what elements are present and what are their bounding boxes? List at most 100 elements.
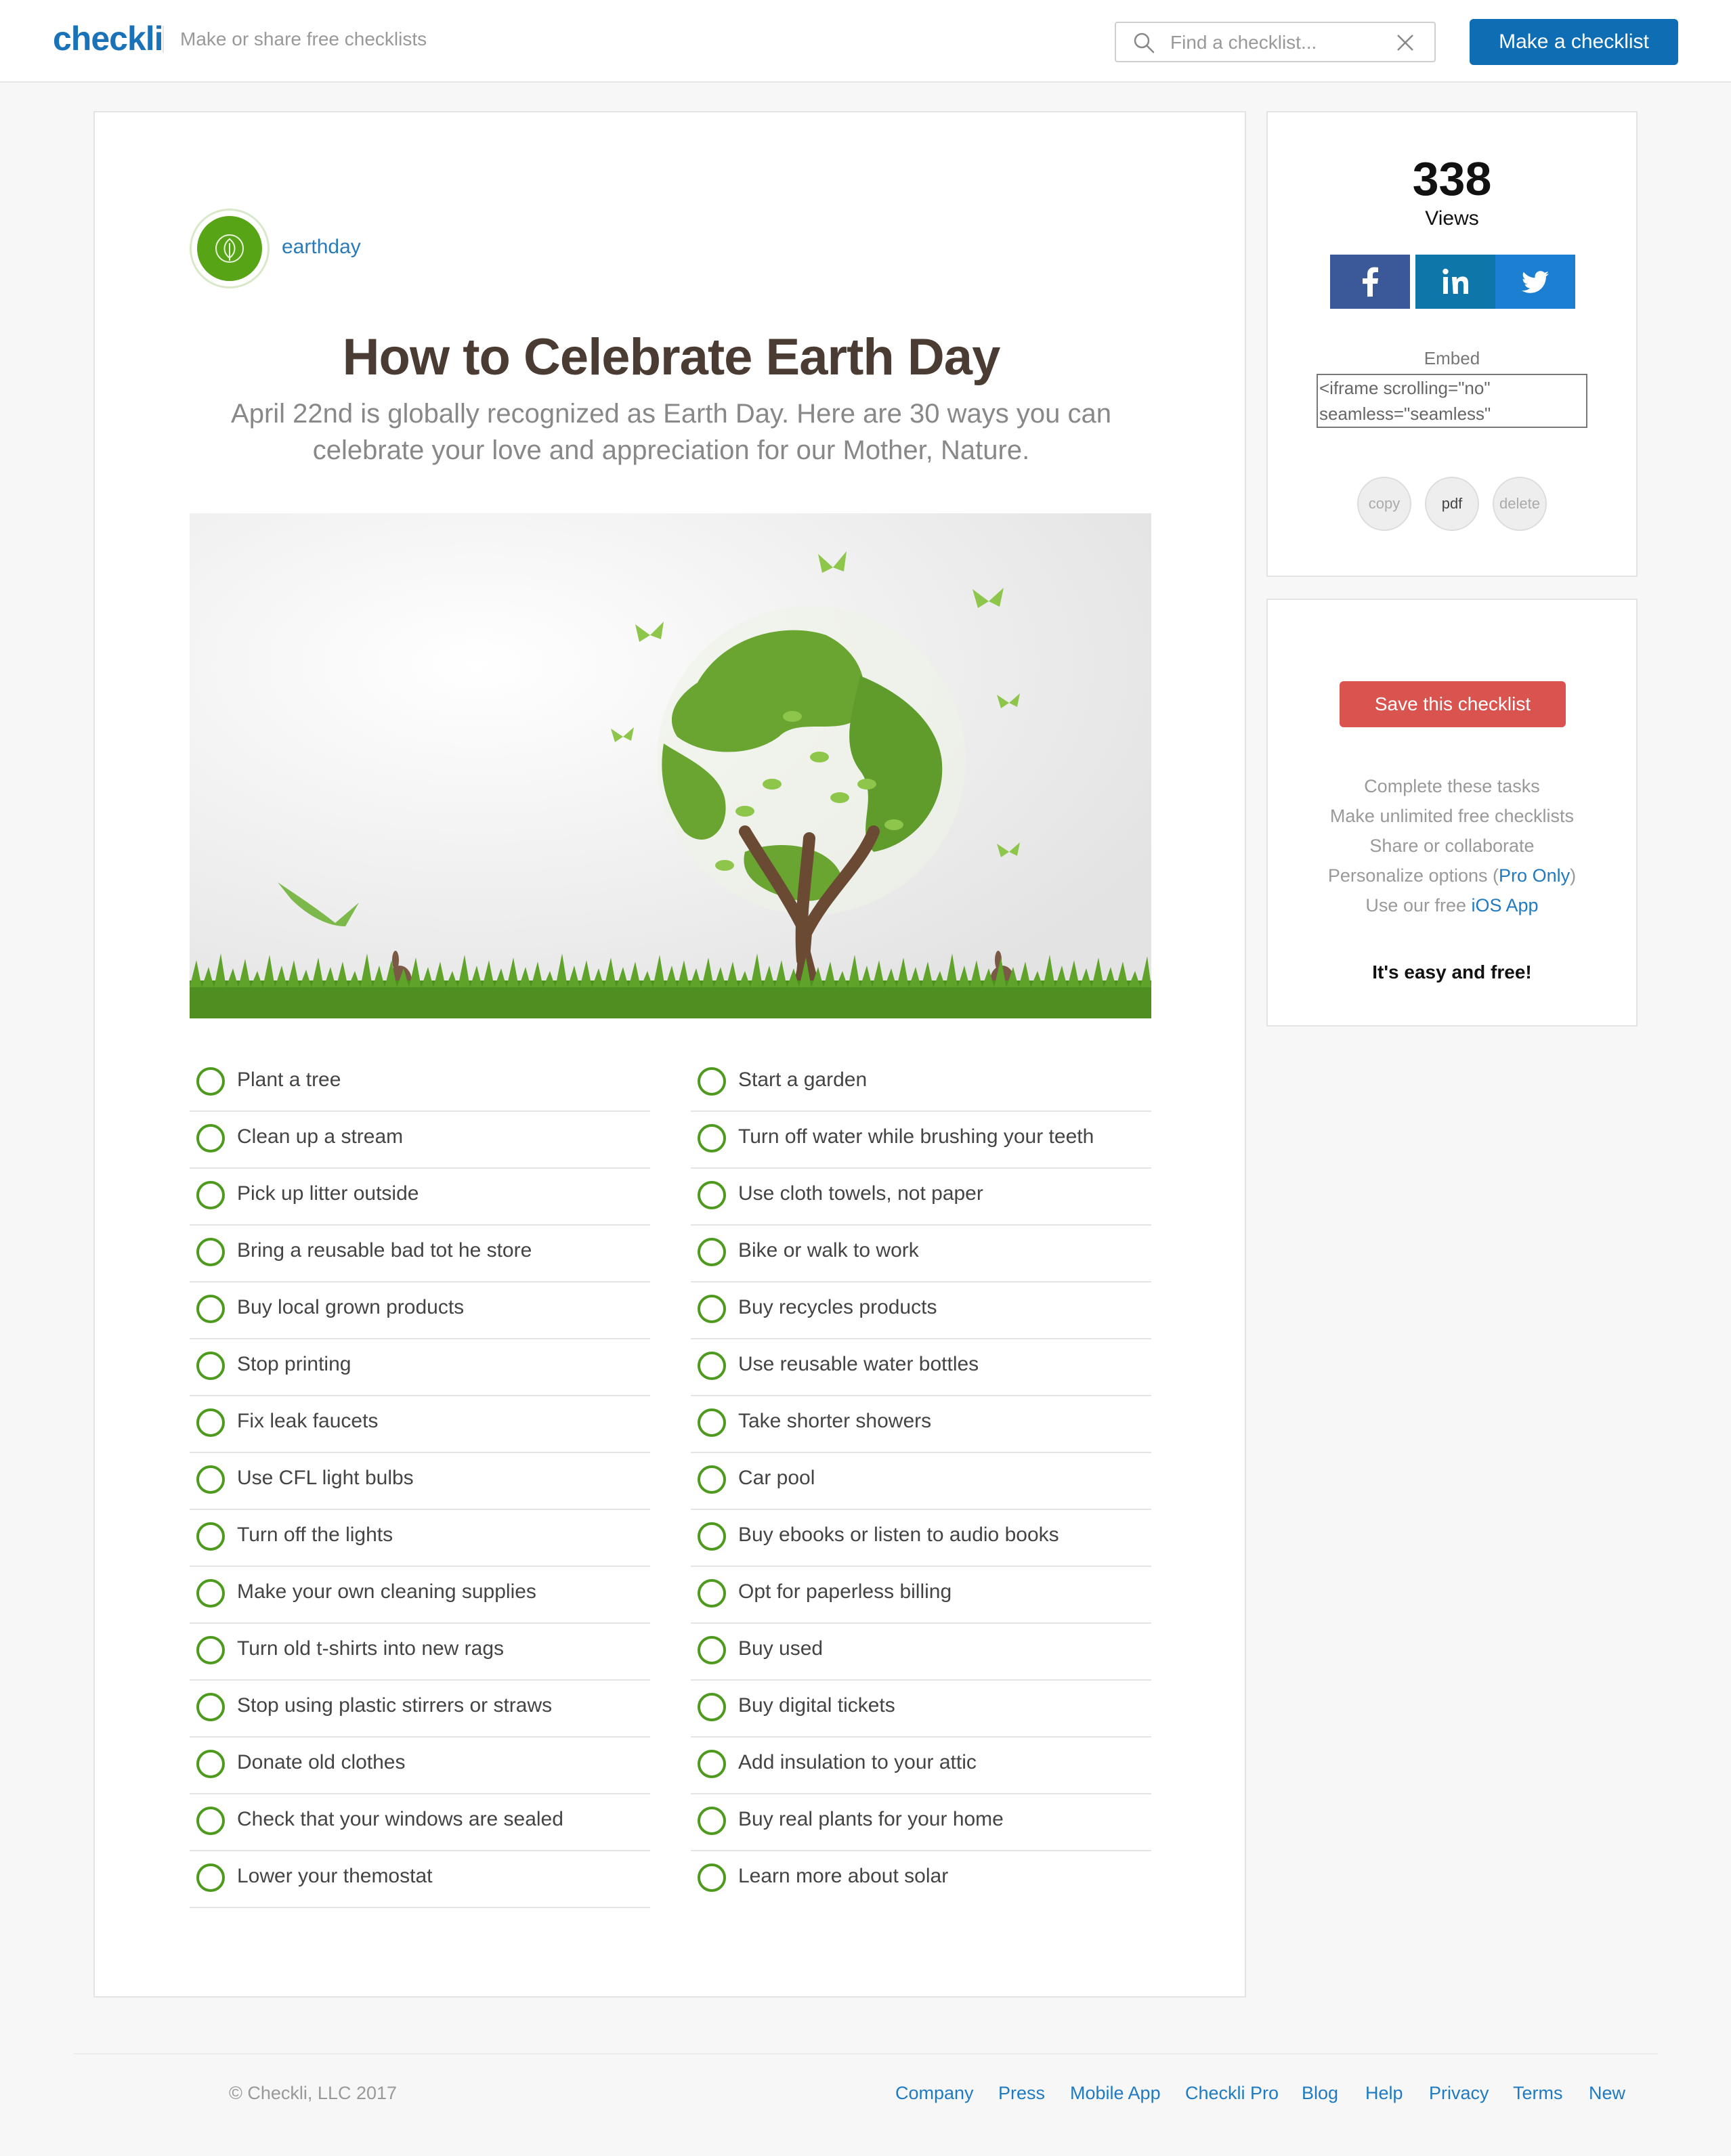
checkbox-circle-icon[interactable] [196, 1067, 225, 1096]
footer-link-company[interactable]: Company [895, 2083, 974, 2104]
checklist-item[interactable]: Opt for paperless billing [691, 1567, 1151, 1624]
checkbox-circle-icon[interactable] [196, 1693, 225, 1721]
save-promo-panel: Save this checklist Complete these tasks… [1266, 599, 1638, 1027]
checklist-right-column: Start a garden Turn off water while brush… [691, 1055, 1151, 1907]
checklist-item[interactable]: Use CFL light bulbs [190, 1453, 650, 1510]
footer-link-terms[interactable]: Terms [1513, 2083, 1563, 2104]
checkbox-circle-icon[interactable] [698, 1408, 726, 1437]
footer-link-privacy[interactable]: Privacy [1429, 2083, 1489, 2104]
author-avatar[interactable] [190, 209, 270, 288]
footer-link-press[interactable]: Press [998, 2083, 1045, 2104]
checklist-item-label: Turn off water while brushing your teeth [738, 1125, 1094, 1148]
checklist-item[interactable]: Stop using plastic stirrers or straws [190, 1681, 650, 1738]
linkedin-share-button[interactable] [1415, 255, 1495, 309]
checkbox-circle-icon[interactable] [196, 1408, 225, 1437]
checkbox-circle-icon[interactable] [698, 1522, 726, 1551]
embed-code-field[interactable]: <iframe scrolling="no" seamless="seamles… [1317, 374, 1587, 428]
checklist-item[interactable]: Turn off the lights [190, 1510, 650, 1567]
close-icon[interactable] [1395, 33, 1415, 53]
make-checklist-button[interactable]: Make a checklist [1470, 19, 1678, 65]
checklist-title: How to Celebrate Earth Day [342, 328, 1001, 386]
checkbox-circle-icon[interactable] [698, 1352, 726, 1380]
feature-text: Use our free [1365, 895, 1472, 915]
checkbox-circle-icon[interactable] [698, 1238, 726, 1266]
delete-button[interactable]: delete [1493, 477, 1547, 531]
checklist-item[interactable]: Take shorter showers [691, 1396, 1151, 1453]
checklist-item[interactable]: Bring a reusable bad tot he store [190, 1226, 650, 1282]
checklist-item[interactable]: Make your own cleaning supplies [190, 1567, 650, 1624]
checklist-item[interactable]: Add insulation to your attic [691, 1738, 1151, 1794]
checklist-item-label: Use reusable water bottles [738, 1353, 979, 1375]
checklist-item-label: Make your own cleaning supplies [237, 1580, 536, 1603]
checklist-item[interactable]: Bike or walk to work [691, 1226, 1151, 1282]
footer-link-blog[interactable]: Blog [1302, 2083, 1338, 2104]
checklist-item[interactable]: Buy digital tickets [691, 1681, 1151, 1738]
checklist-item[interactable]: Plant a tree [190, 1055, 650, 1112]
footer-link-help[interactable]: Help [1365, 2083, 1403, 2104]
twitter-share-button[interactable] [1495, 255, 1575, 309]
checklist-item-label: Bring a reusable bad tot he store [237, 1239, 532, 1262]
footer-link-checkli-pro[interactable]: Checkli Pro [1185, 2083, 1279, 2104]
checkbox-circle-icon[interactable] [698, 1067, 726, 1096]
checkbox-circle-icon[interactable] [698, 1579, 726, 1608]
facebook-share-button[interactable] [1330, 255, 1410, 309]
pro-only-link[interactable]: Pro Only [1499, 865, 1570, 886]
checkbox-circle-icon[interactable] [196, 1750, 225, 1778]
checklist-item[interactable]: Clean up a stream [190, 1112, 650, 1169]
checklist-item[interactable]: Stop printing [190, 1339, 650, 1396]
checkbox-circle-icon[interactable] [196, 1465, 225, 1494]
checkbox-circle-icon[interactable] [698, 1750, 726, 1778]
checkbox-circle-icon[interactable] [196, 1863, 225, 1892]
footer-link-new[interactable]: New [1589, 2083, 1625, 2104]
checkbox-circle-icon[interactable] [698, 1807, 726, 1835]
checkbox-circle-icon[interactable] [196, 1352, 225, 1380]
checklist-item[interactable]: Check that your windows are sealed [190, 1794, 650, 1851]
checkbox-circle-icon[interactable] [698, 1863, 726, 1892]
checklist-item[interactable]: Buy local grown products [190, 1282, 650, 1339]
checklist-item-label: Donate old clothes [237, 1751, 406, 1773]
checklist-item[interactable]: Buy ebooks or listen to audio books [691, 1510, 1151, 1567]
checklist-item[interactable]: Turn off water while brushing your teeth [691, 1112, 1151, 1169]
checkbox-circle-icon[interactable] [698, 1465, 726, 1494]
checklist-item[interactable]: Turn old t-shirts into new rags [190, 1624, 650, 1681]
checklist-item-label: Buy local grown products [237, 1296, 465, 1318]
checklist-item[interactable]: Lower your themostat [190, 1851, 650, 1908]
checklist-item[interactable]: Use cloth towels, not paper [691, 1169, 1151, 1226]
checkli-logo[interactable]: checkli [53, 19, 164, 58]
checkbox-circle-icon[interactable] [698, 1295, 726, 1323]
checklist-item[interactable]: Donate old clothes [190, 1738, 650, 1794]
checklist-item[interactable]: Learn more about solar [691, 1851, 1151, 1907]
pdf-button[interactable]: pdf [1425, 477, 1479, 531]
checklist-item[interactable]: Buy used [691, 1624, 1151, 1681]
checklist-item[interactable]: Use reusable water bottles [691, 1339, 1151, 1396]
checklist-item[interactable]: Fix leak faucets [190, 1396, 650, 1453]
checklist-item[interactable]: Pick up litter outside [190, 1169, 650, 1226]
checklist-item[interactable]: Buy real plants for your home [691, 1794, 1151, 1851]
save-checklist-button[interactable]: Save this checklist [1340, 681, 1566, 727]
checkbox-circle-icon[interactable] [196, 1295, 225, 1323]
checklist-item[interactable]: Car pool [691, 1453, 1151, 1510]
checkbox-circle-icon[interactable] [698, 1693, 726, 1721]
checklist-item-label: Buy recycles products [738, 1296, 937, 1318]
search-input[interactable] [1169, 28, 1388, 57]
twitter-icon [1522, 271, 1549, 293]
checklist-item-label: Fix leak faucets [237, 1410, 379, 1432]
author-link[interactable]: earthday [282, 236, 361, 259]
checkbox-circle-icon[interactable] [196, 1124, 225, 1152]
checkbox-circle-icon[interactable] [698, 1181, 726, 1209]
checkbox-circle-icon[interactable] [196, 1181, 225, 1209]
checklist-item-label: Start a garden [738, 1069, 868, 1091]
checkbox-circle-icon[interactable] [196, 1238, 225, 1266]
checklist-item[interactable]: Buy recycles products [691, 1282, 1151, 1339]
checkbox-circle-icon[interactable] [698, 1636, 726, 1664]
copy-button[interactable]: copy [1357, 477, 1411, 531]
checkbox-circle-icon[interactable] [698, 1124, 726, 1152]
checkbox-circle-icon[interactable] [196, 1522, 225, 1551]
checkbox-circle-icon[interactable] [196, 1579, 225, 1608]
footer-link-mobile-app[interactable]: Mobile App [1070, 2083, 1161, 2104]
checkbox-circle-icon[interactable] [196, 1807, 225, 1835]
search-box[interactable] [1115, 22, 1436, 62]
ios-app-link[interactable]: iOS App [1472, 895, 1539, 915]
checklist-item[interactable]: Start a garden [691, 1055, 1151, 1112]
checkbox-circle-icon[interactable] [196, 1636, 225, 1664]
